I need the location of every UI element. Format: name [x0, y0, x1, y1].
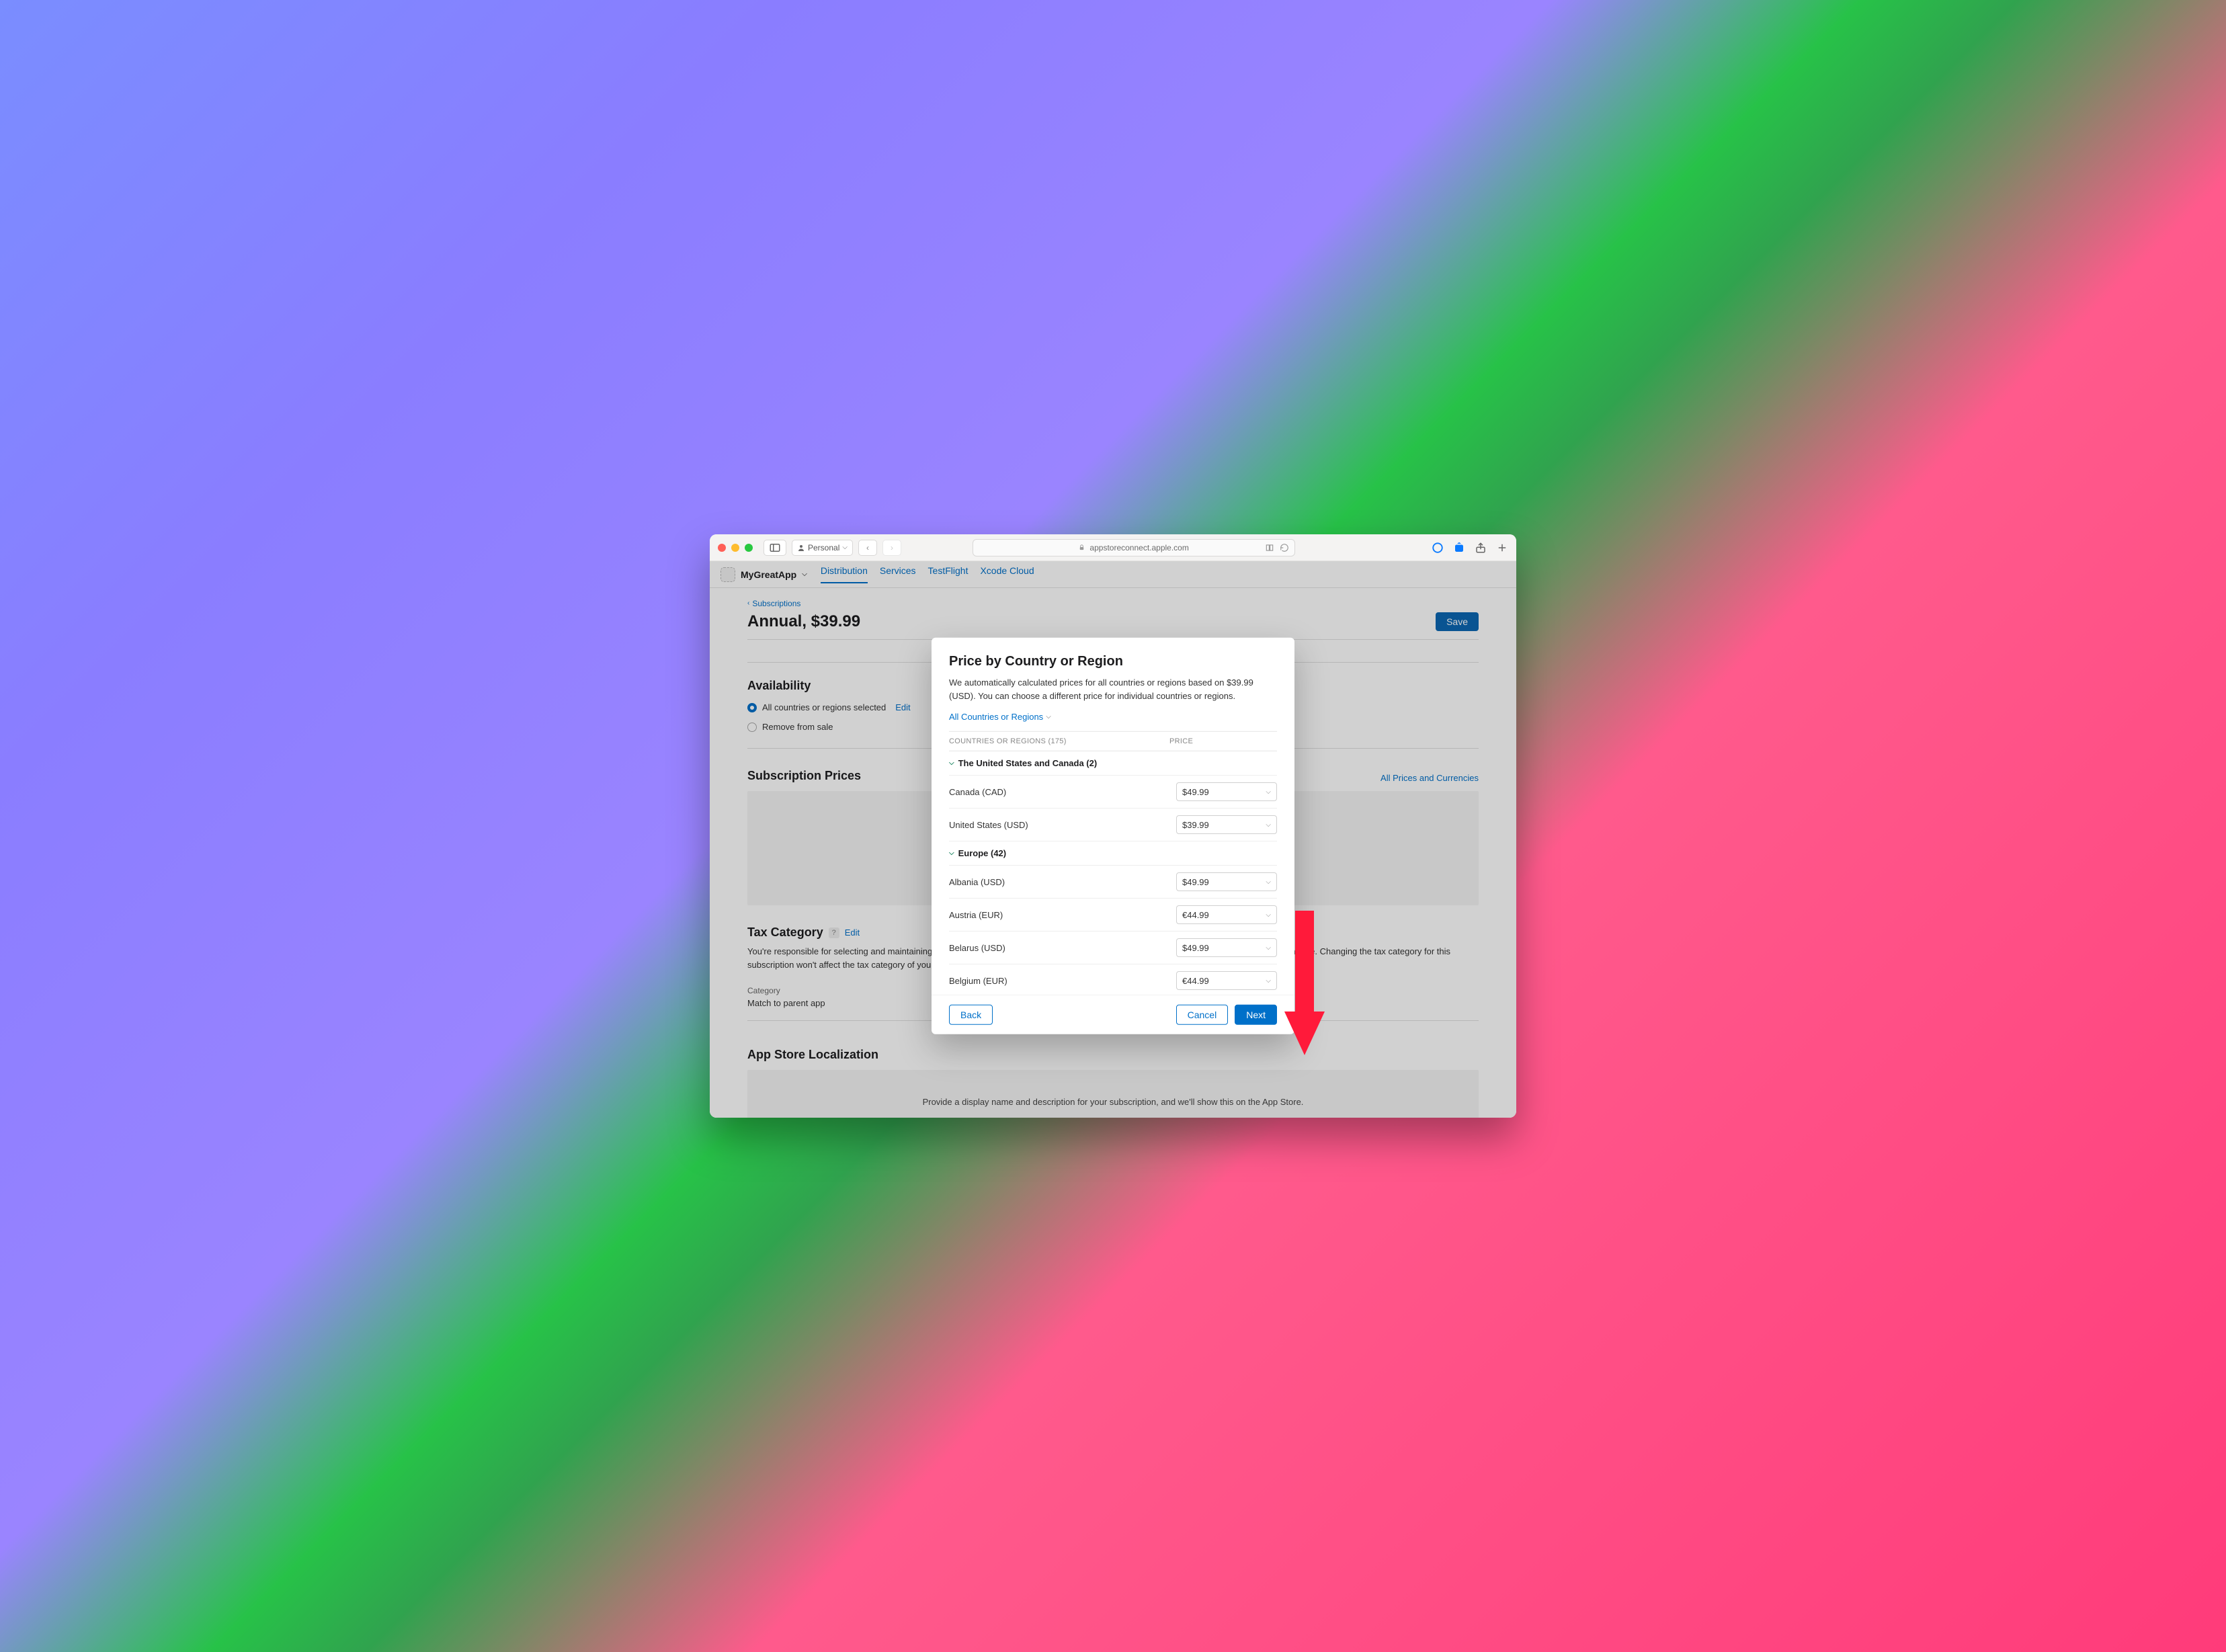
- price-row: Austria (EUR) €44.99 ⌵: [949, 899, 1277, 932]
- price-row: Belarus (USD) $49.99 ⌵: [949, 932, 1277, 964]
- price-select[interactable]: €44.99 ⌵: [1176, 905, 1277, 924]
- modal-footer: Back Cancel Next: [932, 995, 1294, 1034]
- page-body: MyGreatApp ⌵ Distribution Services TestF…: [710, 561, 1516, 1118]
- country-label: Albania (USD): [949, 877, 1176, 887]
- chevron-down-icon: ⌵: [1266, 821, 1271, 829]
- chevron-down-icon: ⌵: [1266, 944, 1271, 952]
- country-label: Belgium (EUR): [949, 976, 1176, 986]
- price-value: €44.99: [1182, 910, 1209, 920]
- price-select[interactable]: $49.99 ⌵: [1176, 872, 1277, 891]
- extension-icon[interactable]: [1453, 542, 1465, 554]
- chevron-down-icon: ⌵: [1266, 878, 1271, 886]
- nav-forward-button[interactable]: ›: [882, 540, 901, 556]
- chevron-down-icon: ⌵: [1266, 977, 1271, 985]
- back-button[interactable]: Back: [949, 1005, 993, 1025]
- lock-icon: [1078, 544, 1085, 551]
- price-select[interactable]: €44.99 ⌵: [1176, 971, 1277, 990]
- price-value: $39.99: [1182, 820, 1209, 830]
- price-select[interactable]: $49.99 ⌵: [1176, 938, 1277, 957]
- group-header[interactable]: ⌵ Europe (42): [949, 841, 1277, 866]
- price-value: $49.99: [1182, 877, 1209, 887]
- safari-window: Personal ⌵ ‹ › appstoreconnect.apple.com: [710, 534, 1516, 1118]
- price-modal: Price by Country or Region We automatica…: [932, 638, 1294, 1034]
- price-value: €44.99: [1182, 976, 1209, 986]
- country-label: Austria (EUR): [949, 910, 1176, 920]
- chevron-down-icon: ⌵: [1046, 713, 1051, 720]
- group-header[interactable]: ⌵ The United States and Canada (2): [949, 751, 1277, 776]
- col-countries: COUNTRIES OR REGIONS (175): [949, 737, 1169, 745]
- next-button[interactable]: Next: [1235, 1005, 1277, 1025]
- modal-all-regions-label: All Countries or Regions: [949, 712, 1043, 722]
- expand-icon: ⌵: [949, 759, 954, 767]
- url-text: appstoreconnect.apple.com: [1089, 543, 1188, 552]
- person-icon: [797, 544, 805, 552]
- col-price: PRICE: [1169, 737, 1277, 745]
- price-row: Albania (USD) $49.99 ⌵: [949, 866, 1277, 899]
- price-select[interactable]: $49.99 ⌵: [1176, 782, 1277, 801]
- group-name: Europe (42): [958, 848, 1007, 858]
- profile-label: Personal: [808, 543, 839, 552]
- share-icon[interactable]: [1475, 542, 1487, 554]
- group-name: The United States and Canada (2): [958, 758, 1098, 768]
- stop-loading-icon[interactable]: [1432, 542, 1444, 554]
- sidebar-toggle-button[interactable]: [764, 540, 786, 556]
- expand-icon: ⌵: [949, 850, 954, 857]
- chevron-down-icon: ⌵: [842, 544, 848, 551]
- price-value: $49.99: [1182, 787, 1209, 797]
- modal-table-body[interactable]: ⌵ The United States and Canada (2) Canada …: [949, 751, 1277, 995]
- fullscreen-window-icon[interactable]: [745, 544, 753, 552]
- price-row: United States (USD) $39.99 ⌵: [949, 809, 1277, 841]
- window-controls: [718, 544, 753, 552]
- price-value: $49.99: [1182, 943, 1209, 953]
- country-label: Belarus (USD): [949, 943, 1176, 953]
- cancel-button[interactable]: Cancel: [1176, 1005, 1229, 1025]
- chevron-down-icon: ⌵: [1266, 788, 1271, 796]
- browser-toolbar: Personal ⌵ ‹ › appstoreconnect.apple.com: [710, 534, 1516, 561]
- nav-back-button[interactable]: ‹: [858, 540, 877, 556]
- sidebar-icon: [769, 542, 781, 554]
- modal-all-regions-link[interactable]: All Countries or Regions ⌵: [949, 712, 1277, 722]
- price-row: Belgium (EUR) €44.99 ⌵: [949, 964, 1277, 995]
- new-tab-icon[interactable]: [1496, 542, 1508, 554]
- close-window-icon[interactable]: [718, 544, 726, 552]
- reload-icon[interactable]: [1280, 543, 1289, 552]
- price-select[interactable]: $39.99 ⌵: [1176, 815, 1277, 834]
- reader-icon[interactable]: [1265, 543, 1274, 552]
- profile-button[interactable]: Personal ⌵: [792, 540, 853, 556]
- chevron-down-icon: ⌵: [1266, 911, 1271, 919]
- price-row: Canada (CAD) $49.99 ⌵: [949, 776, 1277, 809]
- modal-subtitle: We automatically calculated prices for a…: [949, 676, 1277, 702]
- country-label: United States (USD): [949, 820, 1176, 830]
- modal-table-header: COUNTRIES OR REGIONS (175) PRICE: [949, 731, 1277, 751]
- modal-title: Price by Country or Region: [949, 654, 1277, 669]
- minimize-window-icon[interactable]: [731, 544, 739, 552]
- country-label: Canada (CAD): [949, 787, 1176, 797]
- address-bar[interactable]: appstoreconnect.apple.com: [973, 539, 1295, 556]
